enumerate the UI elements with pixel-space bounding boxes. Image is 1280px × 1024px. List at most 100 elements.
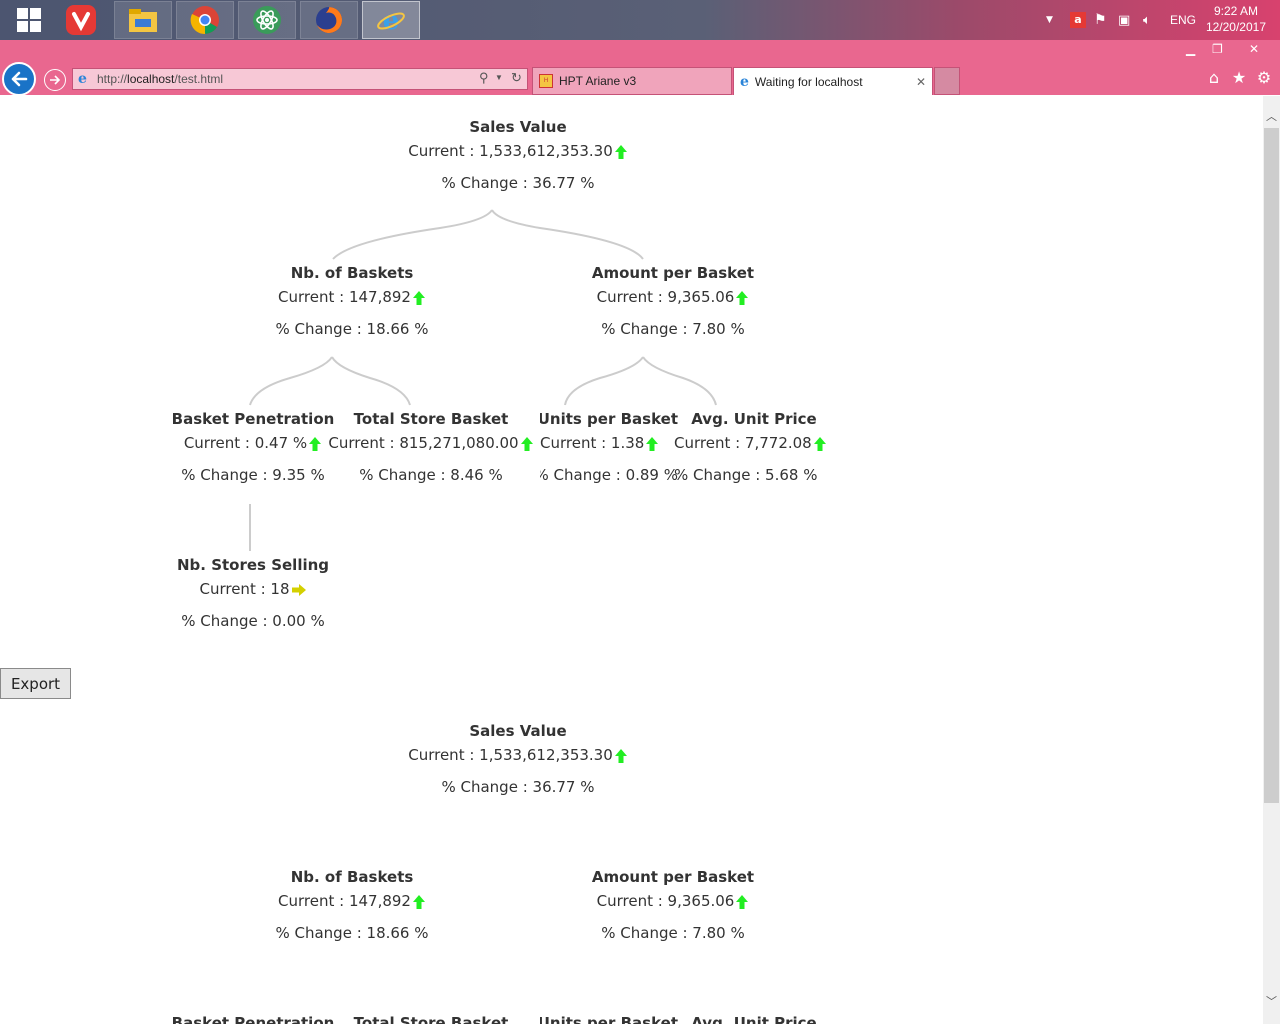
atom-icon xyxy=(253,6,281,34)
taskbar-app-chrome[interactable] xyxy=(176,1,234,39)
node-total-store-basket: Total Store Basket xyxy=(336,1011,526,1024)
tray-volume[interactable]: 🔈︎ xyxy=(1143,0,1151,40)
trend-up-arrow-icon xyxy=(736,894,749,909)
node-current: Current : 1,533,612,353.30 xyxy=(398,743,638,767)
search-icon[interactable]: ⚲ xyxy=(479,70,489,86)
clock[interactable]: 9:22 AM 12/20/2017 xyxy=(1206,3,1266,35)
dropdown-icon[interactable]: ▼ xyxy=(495,73,503,82)
file-explorer-icon xyxy=(129,9,157,32)
svg-text:e: e xyxy=(383,6,400,35)
trend-up-arrow-icon xyxy=(813,436,826,451)
page-content: Sales Value Current : 1,533,612,353.30 %… xyxy=(0,96,1263,1024)
node-title: Avg. Unit Price xyxy=(691,1014,817,1024)
windows-logo-icon xyxy=(17,8,41,32)
node-current: Current : 815,271,080.00 xyxy=(306,431,556,455)
tray-network[interactable]: ▣ xyxy=(1118,0,1130,40)
node-avg-unit-price: Avg. Unit Price Current : 7,772.08 % Cha… xyxy=(674,407,834,487)
close-tab-icon[interactable]: ✕ xyxy=(916,75,926,89)
node-total-store-basket: Total Store Basket Current : 815,271,080… xyxy=(328,407,533,487)
ie-page-icon: e xyxy=(78,71,87,87)
clock-date: 12/20/2017 xyxy=(1205,20,1266,34)
connector-amount-to-avgprice xyxy=(642,356,717,406)
node-sales-value: Sales Value Current : 1,533,612,353.30 %… xyxy=(398,115,638,195)
node-title: Sales Value xyxy=(469,118,567,136)
flag-icon: ⚑ xyxy=(1094,12,1107,28)
node-change: % Change : 7.80 % xyxy=(601,320,745,338)
connector-baskets-to-penetration xyxy=(249,356,333,406)
connector-amount-to-units xyxy=(564,356,644,406)
taskbar-app-atom[interactable] xyxy=(238,1,296,39)
taskbar-app-vivaldi[interactable] xyxy=(52,1,110,39)
speaker-icon: 🔈︎ xyxy=(1143,12,1151,28)
chevron-up-icon: ︿ xyxy=(1266,110,1277,123)
favorites-star-icon[interactable]: ★ xyxy=(1231,70,1247,86)
node-current: Current : 18 xyxy=(133,577,373,601)
node-amount-per-basket: Amount per Basket Current : 9,365.06 % C… xyxy=(553,865,793,945)
tray-overflow-button[interactable]: ▼ xyxy=(1046,0,1053,40)
close-window-button[interactable]: ✕ xyxy=(1249,42,1259,56)
new-tab-button[interactable] xyxy=(934,67,960,95)
node-title: Amount per Basket xyxy=(591,868,755,886)
trend-up-arrow-icon xyxy=(412,894,425,909)
tray-action-center[interactable]: ⚑ xyxy=(1094,0,1107,40)
language-indicator: ENG xyxy=(1170,13,1197,27)
trend-up-arrow-icon xyxy=(614,144,627,159)
start-button[interactable] xyxy=(0,1,58,39)
tray-antivirus[interactable]: a xyxy=(1070,0,1086,40)
tab-label: HPT Ariane v3 xyxy=(559,74,637,88)
node-change: % Change : 36.77 % xyxy=(441,174,595,192)
taskbar-app-firefox[interactable] xyxy=(300,1,358,39)
node-nb-stores-selling: Nb. Stores Selling Current : 18 % Change… xyxy=(133,553,373,633)
avira-umbrella-icon: a xyxy=(1070,12,1086,28)
node-amount-per-basket: Amount per Basket Current : 9,365.06 % C… xyxy=(553,261,793,341)
arrow-right-icon xyxy=(50,75,61,85)
refresh-icon[interactable]: ↻ xyxy=(511,70,522,86)
scrollbar-thumb[interactable] xyxy=(1264,128,1279,803)
node-change: % Change : 0.00 % xyxy=(181,612,325,630)
tray-language[interactable]: ENG xyxy=(1170,0,1196,40)
home-icon[interactable]: ⌂ xyxy=(1206,70,1222,86)
node-title: Avg. Unit Price xyxy=(691,410,817,428)
restore-button[interactable]: ❐ xyxy=(1212,42,1223,56)
node-title: Nb. Stores Selling xyxy=(176,556,330,574)
vivaldi-icon xyxy=(66,5,96,35)
back-button[interactable] xyxy=(2,62,36,96)
taskbar-app-file-explorer[interactable] xyxy=(114,1,172,39)
node-avg-unit-price: Avg. Unit Price xyxy=(674,1011,834,1024)
tab-localhost[interactable]: e Waiting for localhost ✕ xyxy=(733,67,933,95)
clock-time: 9:22 AM xyxy=(1213,4,1258,18)
address-url: http://localhost/test.html xyxy=(97,72,224,86)
firefox-icon xyxy=(316,7,342,33)
taskbar: e ▼ a ⚑ ▣ 🔈︎ ENG 9:22 AM 12/20/2017 xyxy=(0,0,1280,40)
scroll-down-button[interactable]: ﹀ xyxy=(1263,993,1280,1010)
ie-page-icon: e xyxy=(740,73,749,90)
node-current: Current : 9,365.06 xyxy=(553,889,793,913)
trend-up-arrow-icon xyxy=(646,436,659,451)
restore-icon: ❐ xyxy=(1212,42,1223,56)
network-icon: ▣ xyxy=(1118,12,1131,28)
connector-baskets-to-total xyxy=(331,356,411,406)
node-units-per-basket: Units per Basket xyxy=(540,1011,678,1024)
minimize-icon: ▁ xyxy=(1186,42,1196,56)
trend-flat-arrow-icon xyxy=(291,583,306,596)
export-button[interactable]: Export xyxy=(0,668,71,699)
node-units-per-basket: Units per Basket Current : 1.38 % Change… xyxy=(540,407,678,487)
minimize-button[interactable]: ▁ xyxy=(1186,42,1195,56)
settings-gear-icon[interactable]: ⚙ xyxy=(1256,70,1272,86)
tab-label: Waiting for localhost xyxy=(754,74,863,89)
taskbar-app-internet-explorer[interactable]: e xyxy=(362,1,420,39)
node-title: Nb. of Baskets xyxy=(290,264,414,282)
connector-root-to-amount xyxy=(491,209,644,260)
scroll-up-button[interactable]: ︿ xyxy=(1263,108,1280,125)
node-current: Current : 1,533,612,353.30 xyxy=(398,139,638,163)
tab-hpt-ariane[interactable]: H HPT Ariane v3 xyxy=(532,67,732,95)
close-icon: ✕ xyxy=(1249,42,1260,56)
node-change: % Change : 7.80 % xyxy=(601,924,745,942)
arrow-left-icon xyxy=(11,71,28,87)
address-bar[interactable]: e http://localhost/test.html ⚲ ▼ ↻ xyxy=(72,68,528,90)
trend-up-arrow-icon xyxy=(736,290,749,305)
trend-up-arrow-icon xyxy=(614,748,627,763)
forward-button[interactable] xyxy=(44,69,66,91)
node-title: Total Store Basket xyxy=(353,410,509,428)
node-title: Sales Value xyxy=(469,722,567,740)
